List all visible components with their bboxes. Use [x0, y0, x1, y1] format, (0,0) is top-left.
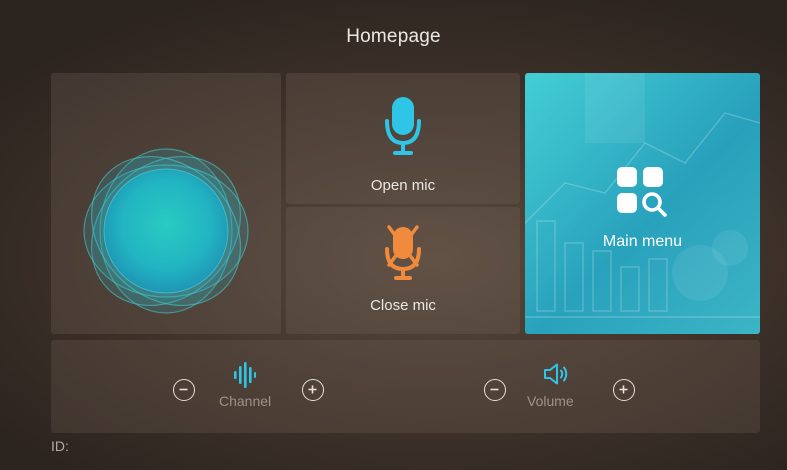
- main-menu-button[interactable]: Main menu: [525, 73, 760, 334]
- main-menu-label: Main menu: [602, 233, 683, 250]
- volume-label: Volume: [527, 393, 574, 409]
- voice-visualizer-panel: [51, 73, 281, 334]
- close-mic-button[interactable]: Close mic: [286, 207, 520, 334]
- homepage-screen: Homepage Open mic Close mic Main menu Ch…: [0, 0, 787, 470]
- open-mic-label: Open mic: [370, 177, 436, 194]
- speaker-icon: [544, 363, 568, 385]
- channel-decrease-button[interactable]: [173, 379, 195, 401]
- plus-circle-icon: [308, 385, 317, 394]
- close-mic-label: Close mic: [370, 297, 436, 314]
- page-title: Homepage: [346, 26, 441, 47]
- device-id-label: ID:: [51, 438, 69, 454]
- sound-wave-icon: [234, 362, 256, 388]
- open-mic-button[interactable]: Open mic: [286, 73, 520, 204]
- channel-increase-button[interactable]: [302, 379, 324, 401]
- minus-circle-icon: [179, 388, 188, 391]
- apps-search-icon: [617, 167, 667, 217]
- volume-increase-button[interactable]: [613, 379, 635, 401]
- minus-circle-icon: [490, 388, 499, 391]
- control-bar: Channel Volume: [51, 340, 760, 433]
- plus-circle-icon: [619, 385, 628, 394]
- microphone-muted-icon: [385, 225, 421, 280]
- volume-decrease-button[interactable]: [484, 379, 506, 401]
- microphone-icon: [385, 97, 421, 155]
- channel-label: Channel: [219, 393, 272, 409]
- voice-orb-icon: [83, 148, 249, 314]
